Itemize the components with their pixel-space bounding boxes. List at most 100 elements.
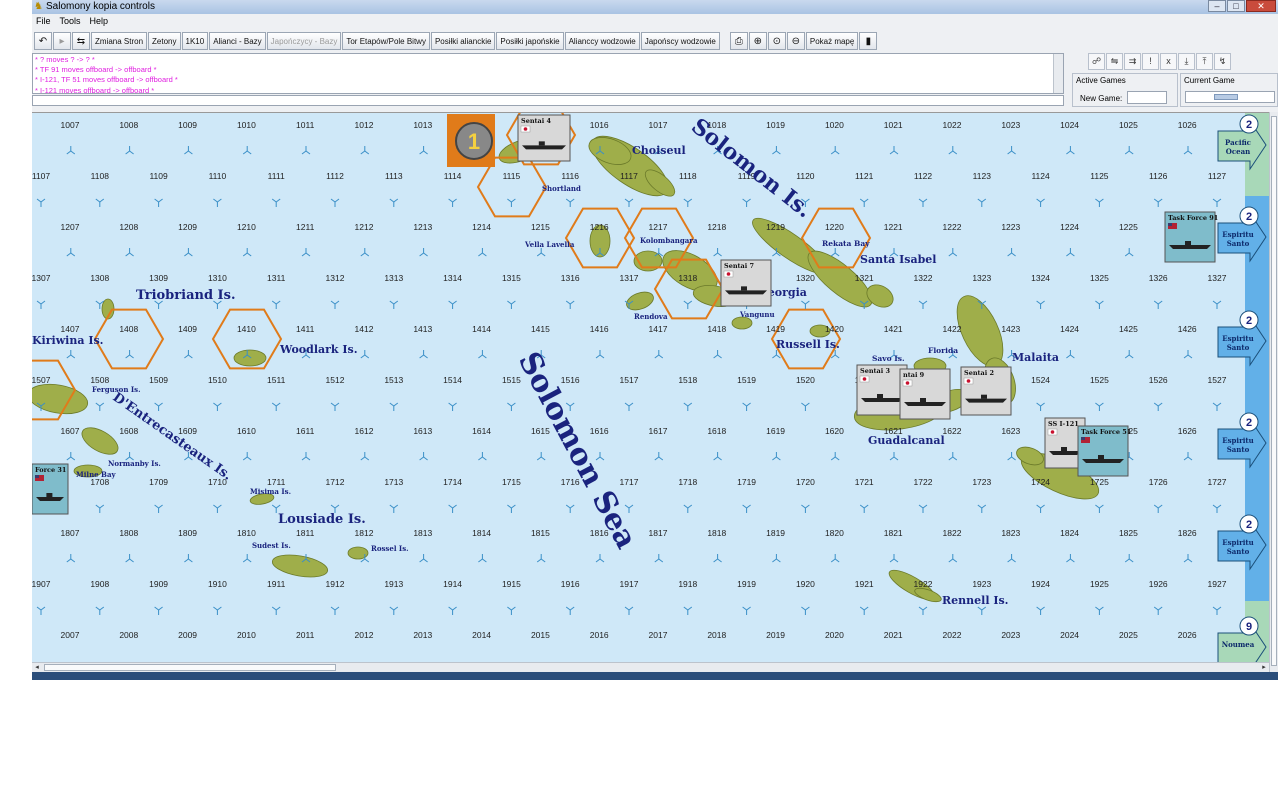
unit-counter[interactable]: Task Force 51: [1077, 425, 1131, 477]
new-game-input[interactable]: [1127, 91, 1167, 104]
minimize-button[interactable]: –: [1208, 0, 1226, 12]
1k10-button[interactable]: 1K10: [181, 32, 209, 50]
hex-number: 1124: [1031, 171, 1050, 181]
unit-counter[interactable]: Task Force 91: [1164, 211, 1218, 263]
hex-number: 1626: [1178, 426, 1197, 436]
menu-file[interactable]: File: [36, 16, 51, 26]
refresh-icon[interactable]: ↯: [1214, 53, 1231, 70]
map-horizontal-scrollbar[interactable]: ◂ ▸: [32, 662, 1269, 672]
chat-scrollbar[interactable]: [1053, 54, 1063, 93]
scroll-right-icon[interactable]: ▸: [1259, 663, 1269, 672]
zmiana-stron-button[interactable]: Zmiana Stron: [91, 32, 148, 50]
ship-bridge: [920, 398, 926, 402]
hex-number: 1919: [737, 579, 756, 589]
hex-number: 1326: [1149, 273, 1168, 283]
tor-etapow-button[interactable]: Tor Etapów/Pole Bitwy: [342, 32, 430, 50]
hex-number: 2010: [237, 630, 256, 640]
offmap-label: Noumea: [1222, 640, 1255, 649]
hex-number: 1315: [502, 273, 521, 283]
chat-input[interactable]: [32, 95, 1064, 106]
scroll-thumb[interactable]: [1271, 116, 1277, 666]
menu-help[interactable]: Help: [90, 16, 109, 26]
alianccy-wodzowie-button[interactable]: Alianccy wodzowie: [564, 32, 640, 50]
sync-icon[interactable]: ⇋: [1106, 53, 1123, 70]
place-label: Rennell Is.: [942, 594, 1009, 607]
hex-number: 2008: [119, 630, 138, 640]
unit-label: SS I-121: [1048, 420, 1079, 428]
zetony-button[interactable]: Zetony: [148, 32, 181, 50]
close-icon[interactable]: x: [1160, 53, 1177, 70]
step-icon[interactable]: ⇉: [1124, 53, 1141, 70]
unit-counter[interactable]: Sentai 4: [517, 114, 571, 162]
battery-icon[interactable]: ▮: [859, 32, 878, 50]
turn-marker[interactable]: 1: [447, 114, 495, 167]
hex-number: 1125: [1090, 171, 1109, 181]
hex-number: 2020: [825, 630, 844, 640]
place-label: Lousiade Is.: [278, 512, 366, 527]
unit-counter[interactable]: Sentai 7: [720, 259, 772, 307]
swap-sides-icon[interactable]: ⇆: [72, 32, 90, 50]
hex-number: 1814: [472, 528, 491, 538]
hex-number: 1526: [1149, 375, 1168, 385]
hex-number: 1407: [61, 324, 80, 334]
hex-number: 1920: [796, 579, 815, 589]
menu-tools[interactable]: Tools: [60, 16, 81, 26]
ship-bridge: [1061, 447, 1067, 451]
hex-number: 1416: [590, 324, 609, 334]
step-icon[interactable]: ▸: [53, 32, 71, 50]
maximize-button[interactable]: □: [1227, 0, 1245, 12]
us-flag-canton: [35, 475, 39, 478]
posilki-alianckie-button[interactable]: Posiłki alianckie: [430, 32, 496, 50]
us-flag-canton: [1168, 223, 1172, 226]
hex-number: 1110: [209, 171, 227, 181]
hex-number: 2011: [296, 630, 315, 640]
hex-number: 1809: [178, 528, 197, 538]
place-label: Rendova: [634, 312, 668, 321]
hex-number: 1225: [1119, 222, 1138, 232]
map-vertical-scrollbar[interactable]: [1269, 112, 1278, 672]
hex-number: 1308: [90, 273, 109, 283]
hex-number: 1724: [1031, 477, 1050, 487]
unit-label: Task Force 51: [1081, 428, 1131, 436]
hex-number: 1016: [590, 120, 609, 130]
zoom-select-icon[interactable]: ⊙: [767, 32, 786, 50]
unit-counter[interactable]: Force 31: [32, 463, 69, 515]
scroll-thumb[interactable]: [44, 664, 336, 671]
game-map[interactable]: 1007100810091010101110121013101410151016…: [32, 113, 1269, 662]
hex-number: 1718: [678, 477, 697, 487]
hex-number: 1312: [326, 273, 345, 283]
zoom-out-icon[interactable]: ⊖: [786, 32, 805, 50]
hex-number: 1908: [90, 579, 109, 589]
japonczycy-bazy-button[interactable]: Japończycy - Bazy: [266, 32, 342, 50]
hex-number: 1218: [707, 222, 726, 232]
map-viewport[interactable]: 1007100810091010101110121013101410151016…: [32, 112, 1269, 662]
download-icon[interactable]: ⤓: [1178, 53, 1195, 70]
undo-icon[interactable]: ↶: [34, 32, 52, 50]
japonscy-wodzowie-button[interactable]: Japońscy wodzowie: [640, 32, 720, 50]
connect-icon[interactable]: ☍: [1088, 53, 1105, 70]
alert-icon[interactable]: !: [1142, 53, 1159, 70]
upload-icon[interactable]: ⤒: [1196, 53, 1213, 70]
app-icon: ♞: [34, 1, 43, 12]
scroll-left-icon[interactable]: ◂: [32, 663, 42, 672]
hex-number: 1214: [472, 222, 491, 232]
hex-number: 1424: [1060, 324, 1079, 334]
current-game-scroll[interactable]: [1185, 91, 1275, 103]
posilki-japonskie-button[interactable]: Posiłki japońskie: [496, 32, 564, 50]
alianci-bazy-button[interactable]: Alianci - Bazy: [209, 32, 266, 50]
unit-counter[interactable]: ntai 9: [899, 368, 951, 420]
scroll-thumb[interactable]: [1214, 94, 1238, 100]
zoom-in-icon[interactable]: ⊕: [748, 32, 767, 50]
print-icon[interactable]: ⎙: [729, 32, 748, 50]
hex-number: 2012: [355, 630, 374, 640]
hex-number: 1114: [444, 171, 462, 181]
hex-number: 1414: [472, 324, 491, 334]
hex-number: 1509: [149, 375, 168, 385]
offmap-count: 2: [1246, 417, 1252, 429]
close-button[interactable]: ✕: [1246, 0, 1276, 12]
hex-number: 1313: [384, 273, 403, 283]
offmap-count: 2: [1246, 119, 1252, 131]
offmap-count: 9: [1246, 621, 1252, 633]
unit-counter[interactable]: Sentai 2: [960, 366, 1012, 416]
show-map-button[interactable]: Pokaż mapę: [805, 32, 859, 50]
